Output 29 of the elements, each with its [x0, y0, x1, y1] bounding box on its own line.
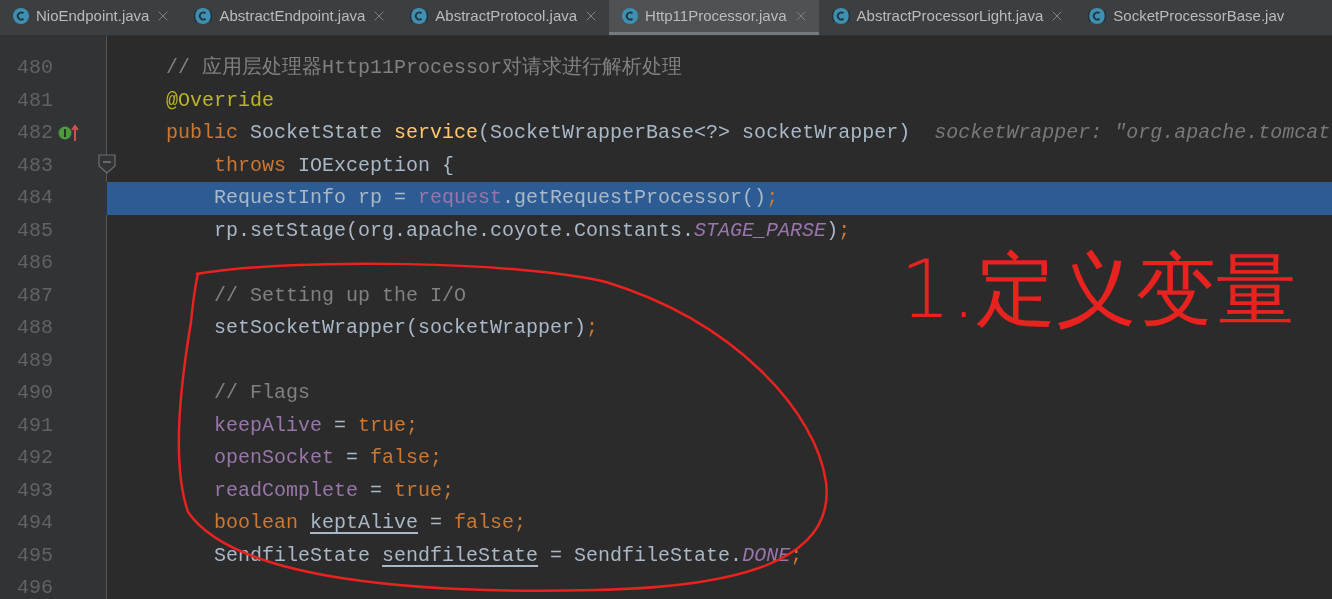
- code-line: boolean keptAlive = false;: [213, 510, 527, 537]
- code-line: // Flags: [213, 380, 311, 407]
- abstract-class-icon: [409, 7, 430, 25]
- file-tab[interactable]: AbstractProtocol.java: [397, 0, 610, 35]
- implements-method-icon[interactable]: [58, 123, 80, 143]
- code-line: throws IOException {: [213, 152, 455, 179]
- code-line: keepAlive = true;: [213, 412, 419, 439]
- abstract-class-icon: [193, 7, 214, 25]
- code-line: readComplete = true;: [213, 477, 455, 504]
- file-tab[interactable]: SocketProcessorBase.jav: [1075, 0, 1295, 35]
- code-line: // 应用层处理器Http11Processor对请求进行解析处理: [165, 55, 683, 82]
- class-icon: [12, 7, 30, 25]
- code-line: setSocketWrapper(socketWrapper);: [213, 315, 599, 342]
- abstract-class-icon: [1087, 7, 1108, 25]
- code-line: @Override: [165, 87, 275, 114]
- class-icon: [621, 7, 640, 25]
- code-line: // Setting up the I/O: [213, 282, 467, 309]
- fold-marker-icon[interactable]: [98, 153, 116, 174]
- file-tab[interactable]: Http11Processor.java: [609, 0, 819, 35]
- file-tab[interactable]: AbstractEndpoint.java: [181, 0, 398, 35]
- code-line: RequestInfo rp = request.getRequestProcessor();: [213, 185, 779, 212]
- code-line: openSocket = false;: [213, 445, 443, 472]
- file-tab[interactable]: NioEndpoint.java: [0, 0, 182, 35]
- file-tab[interactable]: AbstractProcessorLight.java: [818, 0, 1076, 35]
- abstract-class-icon: [830, 7, 851, 25]
- inline-hint: socketWrapper: "org.apache.tomcat: [934, 120, 1331, 147]
- handwritten-note: 1.定义变量: [900, 250, 1297, 330]
- code-line: public SocketState service(SocketWrapperBase<?> socketWrapper): [165, 120, 911, 147]
- code-line: rp.setStage(org.apache.coyote.Constants.STAGE_PARSE);: [213, 217, 851, 244]
